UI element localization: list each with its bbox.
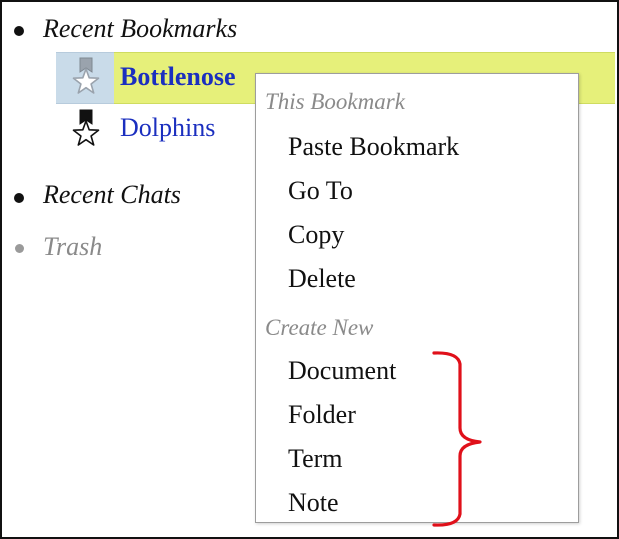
bullet-icon bbox=[14, 26, 24, 36]
bookmark-item-dolphins[interactable]: Dolphins bbox=[120, 115, 215, 141]
menu-item-note[interactable]: Note bbox=[288, 490, 339, 516]
context-menu: This Bookmark Paste Bookmark Go To Copy … bbox=[255, 73, 579, 523]
menu-item-term[interactable]: Term bbox=[288, 446, 343, 472]
menu-item-delete[interactable]: Delete bbox=[288, 266, 356, 292]
annotation-brace bbox=[432, 351, 482, 527]
menu-item-copy[interactable]: Copy bbox=[288, 222, 344, 248]
bookmark-star-icon bbox=[72, 57, 100, 94]
menu-group-header-create-new: Create New bbox=[265, 315, 374, 340]
menu-item-folder[interactable]: Folder bbox=[288, 402, 356, 428]
bullet-icon bbox=[15, 244, 24, 253]
menu-item-paste-bookmark[interactable]: Paste Bookmark bbox=[288, 134, 459, 160]
bookmark-item-bottlenose[interactable]: Bottlenose bbox=[120, 64, 236, 90]
menu-group-header-this-bookmark: This Bookmark bbox=[265, 89, 405, 114]
bookmark-star-icon bbox=[72, 109, 100, 146]
menu-item-document[interactable]: Document bbox=[288, 358, 396, 384]
section-recent-chats[interactable]: Recent Chats bbox=[43, 182, 181, 208]
menu-item-go-to[interactable]: Go To bbox=[288, 178, 353, 204]
section-recent-bookmarks[interactable]: Recent Bookmarks bbox=[43, 16, 237, 42]
bullet-icon bbox=[14, 193, 24, 203]
section-trash[interactable]: Trash bbox=[43, 234, 102, 260]
